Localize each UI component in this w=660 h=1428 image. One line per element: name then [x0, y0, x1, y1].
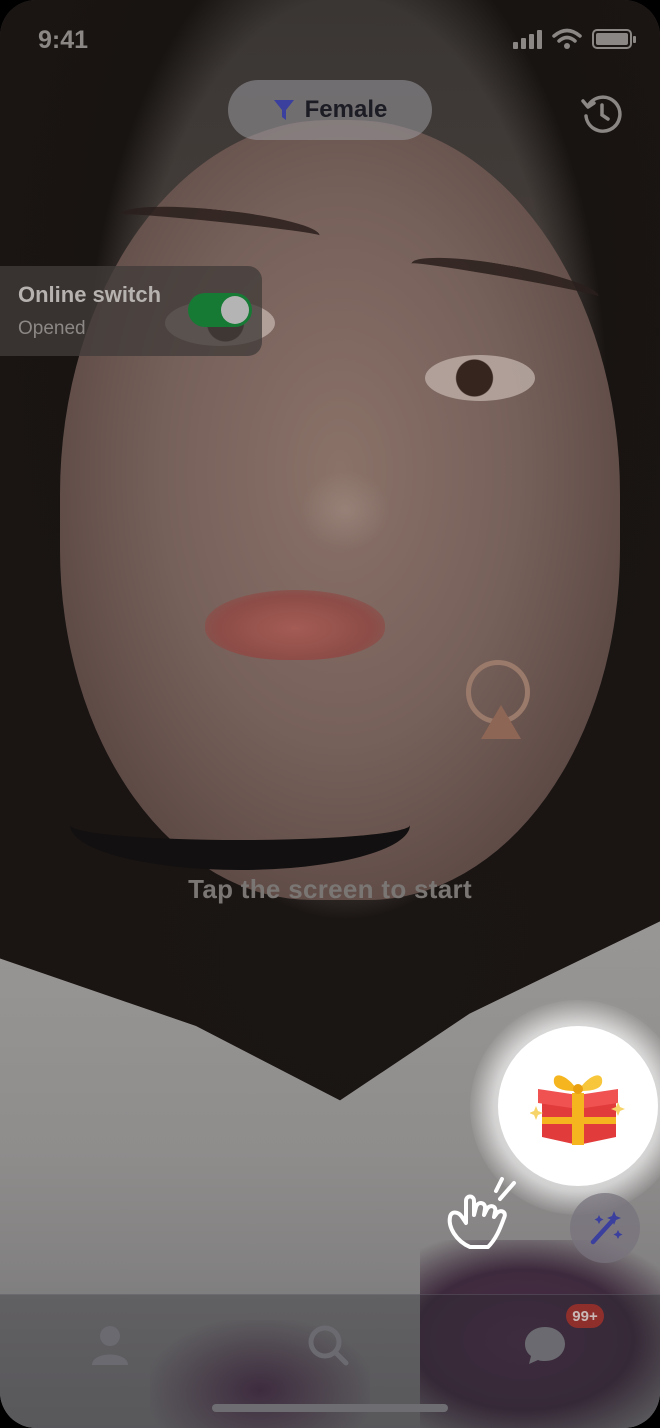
online-toggle[interactable]: [188, 293, 252, 327]
online-switch-panel: Online switch Opened: [0, 266, 262, 356]
search-icon: [308, 1325, 349, 1366]
tap-to-start-hint: Tap the screen to start: [188, 874, 472, 904]
status-time: 9:41: [38, 26, 89, 54]
funnel-icon: [273, 100, 294, 120]
wifi-icon: [552, 28, 582, 49]
chat-icon: [525, 1327, 565, 1364]
status-icons: [513, 28, 636, 50]
history-clock-icon[interactable]: [580, 92, 624, 136]
filter-label: Female: [304, 96, 388, 123]
gift-button[interactable]: [498, 1026, 658, 1186]
gender-filter-button[interactable]: Female: [228, 80, 432, 140]
home-indicator[interactable]: [212, 1404, 448, 1412]
signal-icon: [513, 29, 542, 49]
tap-hand-icon: [447, 1177, 516, 1249]
person-icon: [92, 1326, 128, 1365]
magic-wand-icon: [590, 1211, 623, 1245]
tab-search[interactable]: [298, 1315, 358, 1375]
main-screen[interactable]: 9:41 Female Online switch Opened Tap the…: [0, 0, 660, 1428]
online-switch-status: Opened: [18, 318, 86, 339]
magic-beauty-button[interactable]: [570, 1193, 640, 1263]
online-switch-title: Online switch: [18, 282, 162, 307]
toggle-knob: [221, 296, 249, 324]
status-bar: 9:41: [0, 0, 660, 80]
battery-icon: [592, 29, 636, 49]
gift-box-icon: [530, 1075, 625, 1145]
tab-profile[interactable]: [80, 1315, 140, 1375]
tab-messages[interactable]: [515, 1315, 575, 1375]
messages-badge: 99+: [566, 1304, 604, 1328]
